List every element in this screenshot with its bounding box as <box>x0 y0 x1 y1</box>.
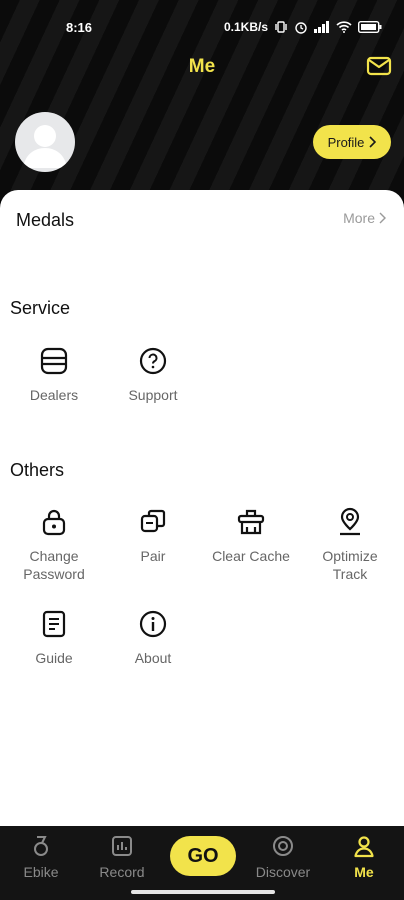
service-item-dealers[interactable]: Dealers <box>4 346 104 404</box>
record-icon <box>112 836 132 856</box>
home-indicator[interactable] <box>131 890 275 894</box>
avatar[interactable] <box>15 112 75 172</box>
tab-record[interactable]: Record <box>87 834 157 880</box>
profile-button-label: Profile <box>327 134 365 150</box>
info-icon <box>139 610 167 638</box>
tab-label: Discover <box>255 864 311 880</box>
discover-icon <box>273 836 293 856</box>
tab-me[interactable]: Me <box>329 834 399 880</box>
pair-icon <box>140 509 166 533</box>
dealers-icon <box>40 347 68 375</box>
others-item-guide[interactable]: Guide <box>4 609 104 667</box>
status-bar: 8:16 0.1KB/s <box>0 18 404 38</box>
service-title: Service <box>10 298 71 318</box>
alarm-icon <box>295 22 307 34</box>
profile-button[interactable]: Profile <box>313 125 391 159</box>
clear-cache-icon <box>237 509 265 535</box>
chevron-right-icon <box>379 212 386 224</box>
medals-more-link[interactable]: More <box>343 210 386 226</box>
go-button[interactable]: GO <box>170 836 236 876</box>
person-icon <box>354 836 374 858</box>
ebike-icon <box>34 836 48 856</box>
item-label: Guide <box>35 650 73 666</box>
wifi-icon <box>336 21 352 33</box>
others-item-change-password[interactable]: Change Password <box>4 507 104 583</box>
tab-label: Me <box>354 864 374 880</box>
medals-title: Medals <box>16 210 75 230</box>
go-button-label: GO <box>187 844 219 867</box>
service-item-support[interactable]: Support <box>103 346 203 404</box>
others-item-optimize-track[interactable]: Optimize Track <box>300 507 400 583</box>
network-speed: 0.1KB/s <box>223 20 268 34</box>
item-label: Dealers <box>29 387 79 403</box>
others-title: Others <box>10 460 65 480</box>
lock-icon <box>42 509 66 536</box>
support-icon <box>139 347 167 375</box>
mail-icon[interactable] <box>366 55 392 77</box>
battery-icon <box>358 21 382 33</box>
others-item-clear-cache[interactable]: Clear Cache <box>201 507 301 565</box>
others-item-about[interactable]: About <box>103 609 203 667</box>
tab-ebike[interactable]: Ebike <box>6 834 76 880</box>
bottom-tab-bar: Ebike Record GO Discover Me <box>0 826 404 900</box>
item-label: Support <box>128 387 178 403</box>
item-label: Optimize Track <box>322 548 378 582</box>
tab-discover[interactable]: Discover <box>248 834 318 880</box>
tab-label: Record <box>99 864 145 880</box>
item-label: Change Password <box>23 548 85 582</box>
signal-icon <box>314 21 329 33</box>
chevron-right-icon <box>369 136 377 148</box>
location-pin-icon <box>340 507 360 536</box>
more-label: More <box>343 210 375 226</box>
page-title: Me <box>188 56 216 77</box>
item-label: About <box>134 650 172 666</box>
item-label: Pair <box>140 548 166 564</box>
default-avatar-icon <box>23 125 67 168</box>
status-icons: 0.1KB/s <box>224 20 382 34</box>
others-item-pair[interactable]: Pair <box>103 507 203 565</box>
status-time: 8:16 <box>66 20 93 35</box>
tab-label: Ebike <box>23 864 59 880</box>
item-label: Clear Cache <box>212 548 290 564</box>
guide-icon <box>42 610 66 638</box>
vibrate-icon <box>275 21 287 33</box>
